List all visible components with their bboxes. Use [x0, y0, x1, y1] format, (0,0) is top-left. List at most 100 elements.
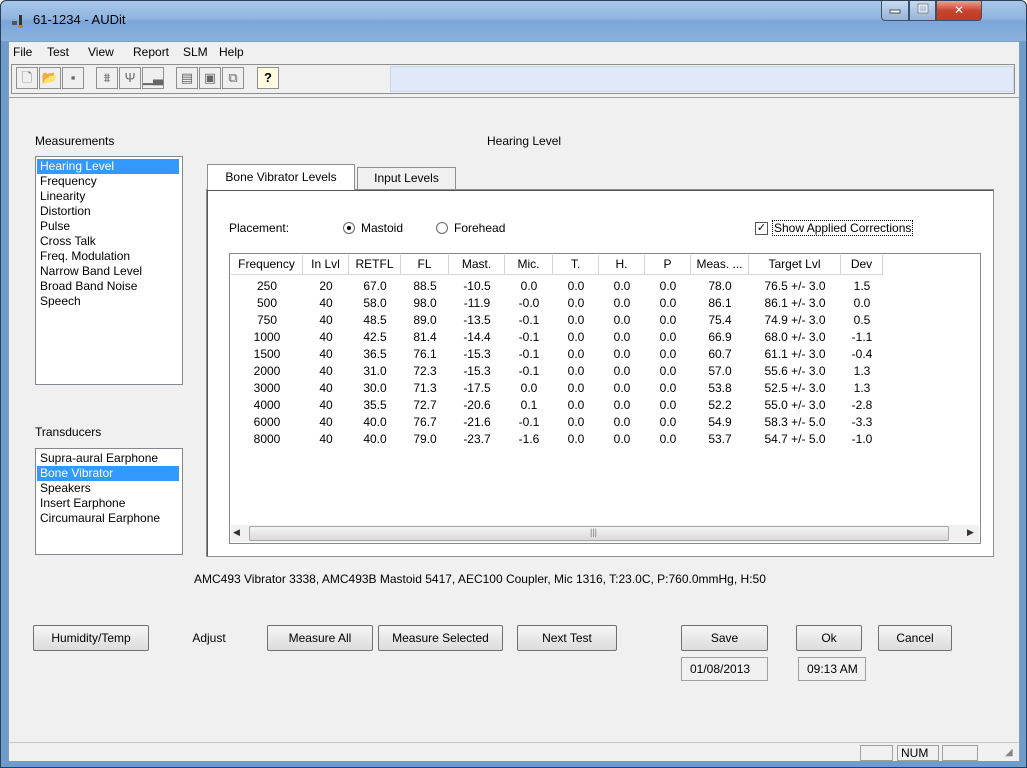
mastoid-radio[interactable]: [343, 222, 355, 234]
transducers-list[interactable]: Supra-aural Earphone Bone Vibrator Speak…: [35, 448, 183, 555]
title-bar[interactable]: 61-1234 - AUDit ✕: [1, 1, 1026, 41]
list-item[interactable]: Pulse: [37, 219, 179, 234]
table-row[interactable]: 4000 40 35.5 72.7 -20.6 0.1 0.0 0.0 0.0 52.2 55.0 …: [230, 397, 978, 413]
list-item[interactable]: Frequency: [37, 174, 179, 189]
next-test-button[interactable]: Next Test: [517, 625, 617, 651]
measurements-list[interactable]: Hearing Level Frequency Linearity Distor…: [35, 156, 183, 385]
table-cell: 31.0: [363, 364, 387, 378]
table-cell: 40: [319, 364, 333, 378]
minimize-button[interactable]: [881, 1, 909, 21]
menu-view[interactable]: View: [88, 45, 114, 59]
table-cell: 36.5: [363, 347, 387, 361]
table-cell: 0.0: [613, 364, 631, 378]
table-row[interactable]: 500 40 58.0 98.0 -11.9 -0.0 0.0 0.0 0.0 86.1 86.1 …: [230, 295, 978, 311]
list-item[interactable]: Speakers: [37, 481, 179, 496]
column-header[interactable]: Dev: [841, 255, 883, 275]
table-cell: 66.9: [708, 330, 732, 344]
table-cell: 76.5 +/- 3.0: [764, 279, 826, 293]
table-row[interactable]: 3000 40 30.0 71.3 -17.5 0.0 0.0 0.0 0.0 53.8 52.5 …: [230, 380, 978, 396]
probe-icon[interactable]: Ψ: [119, 67, 141, 89]
copy-icon[interactable]: ⧉: [222, 67, 244, 89]
save-icon[interactable]: ▪: [62, 67, 84, 89]
table-cell: 1.5: [853, 279, 871, 293]
save-button[interactable]: Save: [681, 625, 768, 651]
measure-selected-button[interactable]: Measure Selected: [378, 625, 503, 651]
table-cell: 8000: [253, 432, 281, 446]
page2-icon[interactable]: ▣: [199, 67, 221, 89]
list-item[interactable]: Narrow Band Level: [37, 264, 179, 279]
list-item[interactable]: Cross Talk: [37, 234, 179, 249]
measure-all-button[interactable]: Measure All: [267, 625, 373, 651]
list-item[interactable]: Hearing Level: [37, 159, 179, 174]
close-icon: ✕: [953, 3, 965, 17]
resize-grip-icon[interactable]: ◢: [1005, 747, 1013, 758]
list-item[interactable]: Broad Band Noise: [37, 279, 179, 294]
column-header[interactable]: Mast.: [449, 255, 505, 275]
status-bar: NUM ◢: [9, 742, 1019, 761]
time-field: 09:13 AM: [798, 657, 866, 681]
scroll-thumb[interactable]: |||: [249, 526, 949, 541]
list-item[interactable]: Linearity: [37, 189, 179, 204]
list-item[interactable]: Speech: [37, 294, 179, 309]
table-cell: 79.0: [413, 432, 437, 446]
tab-input-levels[interactable]: Input Levels: [357, 167, 456, 189]
forehead-radio[interactable]: [436, 222, 448, 234]
menu-test[interactable]: Test: [47, 45, 69, 59]
column-header[interactable]: Frequency: [231, 255, 303, 275]
close-button[interactable]: ✕: [936, 1, 982, 21]
humidity-temp-button[interactable]: Humidity/Temp: [33, 625, 149, 651]
column-header[interactable]: H.: [599, 255, 645, 275]
table-cell: 0.0: [659, 364, 677, 378]
adjust-button[interactable]: Adjust: [159, 625, 259, 651]
help-icon[interactable]: ?: [257, 67, 279, 89]
table-cell: -0.1: [518, 364, 540, 378]
menu-help[interactable]: Help: [219, 45, 244, 59]
show-corrections-checkbox[interactable]: ✓: [755, 222, 768, 235]
cancel-button[interactable]: Cancel: [878, 625, 952, 651]
table-cell: 40.0: [363, 415, 387, 429]
table-row[interactable]: 8000 40 40.0 79.0 -23.7 -1.6 0.0 0.0 0.0 53.7 54.7…: [230, 431, 978, 447]
column-header[interactable]: Mic.: [505, 255, 553, 275]
table-cell: 3000: [253, 381, 281, 395]
table-cell: 0.0: [567, 279, 585, 293]
list-item[interactable]: Supra-aural Earphone: [37, 451, 179, 466]
table-row[interactable]: 1500 40 36.5 76.1 -15.3 -0.1 0.0 0.0 0.0 60.7 61.1…: [230, 346, 978, 362]
table-row[interactable]: 750 40 48.5 89.0 -13.5 -0.1 0.0 0.0 0.0 75.4 74.9 …: [230, 312, 978, 328]
data-table[interactable]: Frequency In Lvl RETFL FL Mast. Mic. T. H. P Meas…: [229, 253, 981, 544]
list-item[interactable]: Distortion: [37, 204, 179, 219]
open-icon[interactable]: 📂: [39, 67, 61, 89]
table-cell: 0.0: [567, 296, 585, 310]
table-cell: 72.3: [413, 364, 437, 378]
list-item[interactable]: Insert Earphone: [37, 496, 179, 511]
tab-bone-vibrator-levels[interactable]: Bone Vibrator Levels: [207, 164, 355, 190]
menu-report[interactable]: Report: [133, 45, 169, 59]
bars-icon[interactable]: ▁▃: [142, 67, 164, 89]
list-item[interactable]: Freq. Modulation: [37, 249, 179, 264]
scroll-left-icon[interactable]: ◀: [233, 527, 240, 538]
column-header[interactable]: Target Lvl: [749, 255, 841, 275]
column-header[interactable]: In Lvl: [303, 255, 349, 275]
maximize-button[interactable]: [909, 1, 936, 21]
table-row[interactable]: 6000 40 40.0 76.7 -21.6 -0.1 0.0 0.0 0.0 54.9 58.3…: [230, 414, 978, 430]
column-header[interactable]: P: [645, 255, 691, 275]
column-header[interactable]: T.: [553, 255, 599, 275]
menu-file[interactable]: File: [13, 45, 32, 59]
table-cell: 71.3: [413, 381, 437, 395]
grip-icon: |||: [590, 527, 598, 537]
menu-slm[interactable]: SLM: [183, 45, 208, 59]
new-icon[interactable]: 🗋: [16, 67, 38, 89]
ok-button[interactable]: Ok: [796, 625, 862, 651]
meter-icon[interactable]: ⩩: [96, 67, 118, 89]
page-icon[interactable]: ▤: [176, 67, 198, 89]
column-header[interactable]: RETFL: [349, 255, 401, 275]
table-row[interactable]: 1000 40 42.5 81.4 -14.4 -0.1 0.0 0.0 0.0 66.9 68.0…: [230, 329, 978, 345]
list-item[interactable]: Bone Vibrator: [37, 466, 179, 481]
table-row[interactable]: 2000 40 31.0 72.3 -15.3 -0.1 0.0 0.0 0.0 57.0 55.6…: [230, 363, 978, 379]
column-header[interactable]: FL: [401, 255, 449, 275]
horizontal-scrollbar[interactable]: ◀ ||| ▶: [231, 525, 979, 542]
list-item[interactable]: Circumaural Earphone: [37, 511, 179, 526]
scroll-right-icon[interactable]: ▶: [967, 527, 974, 538]
table-row[interactable]: 250 20 67.0 88.5 -10.5 0.0 0.0 0.0 0.0 78.0 76.5 +…: [230, 278, 978, 294]
table-cell: 1000: [253, 330, 281, 344]
column-header[interactable]: Meas. ...: [691, 255, 749, 275]
